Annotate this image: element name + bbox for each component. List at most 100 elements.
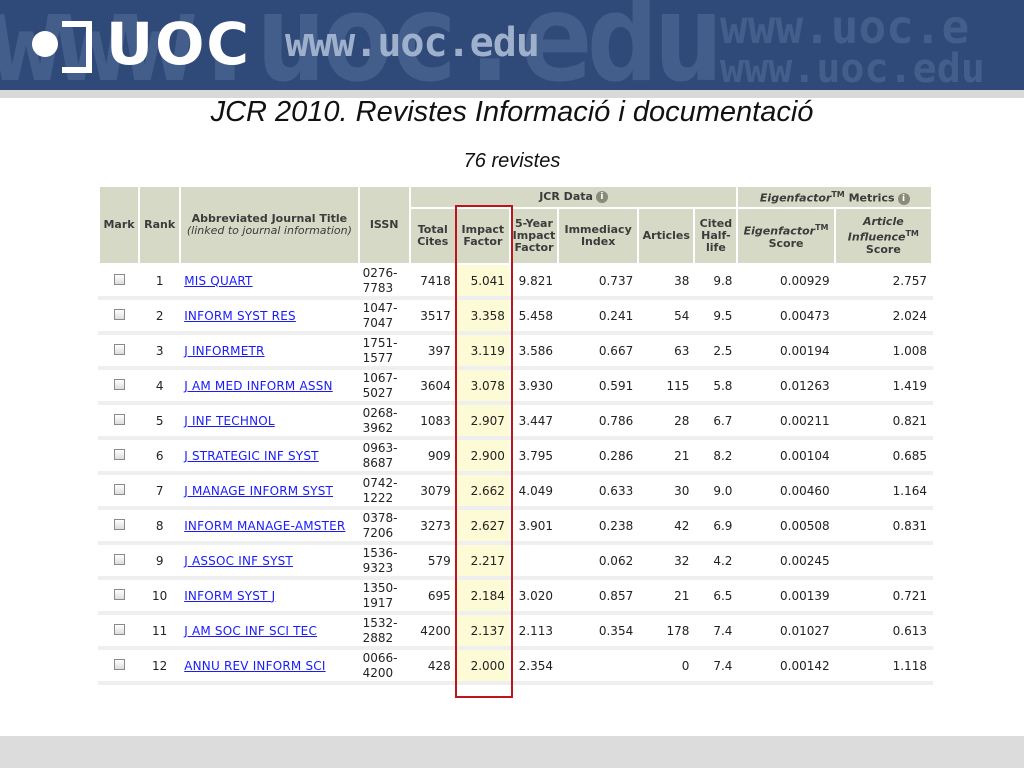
row-cited-half-life: 6.7	[693, 402, 739, 440]
mark-checkbox[interactable]	[113, 343, 125, 355]
group-eigen-tm: TM	[831, 190, 845, 200]
row-impact-factor: 2.662	[454, 472, 511, 510]
row-rank: 7	[138, 472, 182, 510]
col-title-sub: (linked to journal information)	[186, 224, 352, 237]
row-articles: 32	[637, 542, 696, 580]
row-articles: 38	[637, 263, 696, 300]
journal-link[interactable]: J ASSOC INF SYST	[184, 554, 293, 568]
table-row: 6J STRATEGIC INF SYST 0963- 8687 909 2.900 3.…	[98, 437, 933, 475]
row-articles: 30	[637, 472, 696, 510]
row-issn: 0268- 3962	[357, 402, 411, 440]
table-row: 2 INFORM SYST RES 1047- 7047 3517 3.358 5.458 0…	[98, 297, 933, 335]
row-articles: 115	[637, 367, 696, 405]
row-total-cites: 3604	[408, 367, 457, 405]
row-impact-factor: 3.078	[454, 367, 511, 405]
mark-checkbox[interactable]	[113, 448, 125, 460]
row-immediacy: 0.062	[557, 542, 640, 580]
row-cited-half-life: 9.8	[693, 263, 739, 300]
journal-link[interactable]: INFORM SYST RES	[184, 309, 296, 323]
info-icon[interactable]: i	[897, 192, 910, 205]
row-issn: 1532- 2882	[357, 612, 411, 650]
row-5year-impact: 5.458	[508, 297, 560, 335]
row-mark	[98, 263, 141, 300]
journal-link[interactable]: INFORM MANAGE-AMSTER	[184, 519, 345, 533]
row-immediacy: 0.633	[557, 472, 640, 510]
row-total-cites: 695	[408, 577, 457, 615]
mark-checkbox[interactable]	[113, 413, 125, 425]
issn-part-2: 2882	[362, 630, 394, 645]
mark-checkbox[interactable]	[113, 273, 125, 285]
row-eigenfactor: 0.01027	[736, 612, 836, 650]
row-5year-impact: 3.586	[508, 332, 560, 370]
journal-link[interactable]: J AM MED INFORM ASSN	[184, 379, 333, 393]
row-immediacy: 0.667	[557, 332, 640, 370]
info-icon[interactable]: i	[595, 191, 608, 203]
mark-checkbox[interactable]	[113, 623, 125, 635]
row-impact-factor: 2.900	[454, 437, 511, 475]
col-5year-impact: 5-Year Impact Factor	[508, 207, 560, 265]
row-article-influence: 2.024	[833, 297, 933, 335]
row-total-cites: 428	[408, 647, 457, 685]
row-immediacy: 0.286	[557, 437, 640, 475]
row-issn: 0378- 7206	[357, 507, 411, 545]
col-immediacy: Immediacy Index	[557, 207, 640, 265]
journal-link[interactable]: J INFORMETR	[184, 344, 264, 358]
row-rank: 5	[138, 402, 182, 440]
row-rank: 10	[138, 577, 182, 615]
row-total-cites: 7418	[408, 263, 457, 300]
issn-part-2: 7206	[362, 525, 394, 540]
journal-link[interactable]: J INF TECHNOL	[184, 414, 275, 428]
page-title: JCR 2010. Revistes Informació i document…	[210, 96, 814, 128]
row-issn: 1751- 1577	[357, 332, 411, 370]
table-row: 1 MIS QUART 0276- 7783 7418 5.041 9.821 0.737 38…	[98, 263, 933, 300]
mark-checkbox[interactable]	[113, 378, 125, 390]
eigen-score-suffix: Score	[768, 236, 804, 250]
row-mark	[98, 402, 141, 440]
col-issn: ISSN	[357, 185, 411, 265]
row-article-influence: 0.821	[833, 402, 933, 440]
row-mark	[98, 507, 141, 545]
journal-link[interactable]: J MANAGE INFORM SYST	[184, 484, 333, 498]
col-total-cites: Total Cites	[408, 207, 457, 265]
col-mark: Mark	[98, 185, 141, 265]
col-title: Abbreviated Journal Title (linked to jou…	[179, 185, 360, 265]
row-articles: 0	[637, 647, 696, 685]
row-article-influence: 0.831	[833, 507, 933, 545]
issn-part-1: 1536-	[362, 545, 398, 560]
row-total-cites: 1083	[408, 402, 457, 440]
mark-checkbox[interactable]	[113, 518, 125, 530]
row-5year-impact: 3.901	[508, 507, 560, 545]
group-jcr-data: JCR Data i	[408, 185, 739, 209]
jcr-table: Mark Rank Abbreviated Journal Title (lin…	[98, 185, 933, 685]
row-5year-impact: 2.113	[508, 612, 560, 650]
row-impact-factor: 2.907	[454, 402, 511, 440]
row-5year-impact: 3.020	[508, 577, 560, 615]
journal-link[interactable]: J STRATEGIC INF SYST	[184, 449, 319, 463]
mark-checkbox[interactable]	[113, 483, 125, 495]
row-title: J INF TECHNOL	[179, 402, 360, 440]
logo-text: UOC	[106, 10, 251, 78]
col-cited-half-life: Cited Half-life	[693, 207, 739, 265]
mark-checkbox[interactable]	[113, 658, 125, 670]
issn-part-1: 0066-	[362, 650, 398, 665]
issn-part-1: 0378-	[362, 510, 398, 525]
journal-link[interactable]: MIS QUART	[184, 274, 252, 288]
row-cited-half-life: 6.9	[693, 507, 739, 545]
journal-link[interactable]: INFORM SYST J	[184, 589, 275, 603]
row-cited-half-life: 4.2	[693, 542, 739, 580]
mark-checkbox[interactable]	[113, 308, 125, 320]
row-impact-factor: 3.358	[454, 297, 511, 335]
mark-checkbox[interactable]	[113, 588, 125, 600]
issn-part-1: 0276-	[362, 265, 398, 280]
row-title: INFORM MANAGE-AMSTER	[179, 507, 360, 545]
row-total-cites: 4200	[408, 612, 457, 650]
journal-link[interactable]: ANNU REV INFORM SCI	[184, 659, 325, 673]
row-rank: 1	[138, 263, 182, 300]
mark-checkbox[interactable]	[113, 553, 125, 565]
group-eigen-label: Eigenfactor	[759, 191, 832, 205]
ai-score-suffix: Score	[865, 242, 901, 256]
row-mark	[98, 437, 141, 475]
journal-link[interactable]: J AM SOC INF SCI TEC	[184, 624, 317, 638]
row-rank: 12	[138, 647, 182, 685]
row-article-influence: 0.685	[833, 437, 933, 475]
